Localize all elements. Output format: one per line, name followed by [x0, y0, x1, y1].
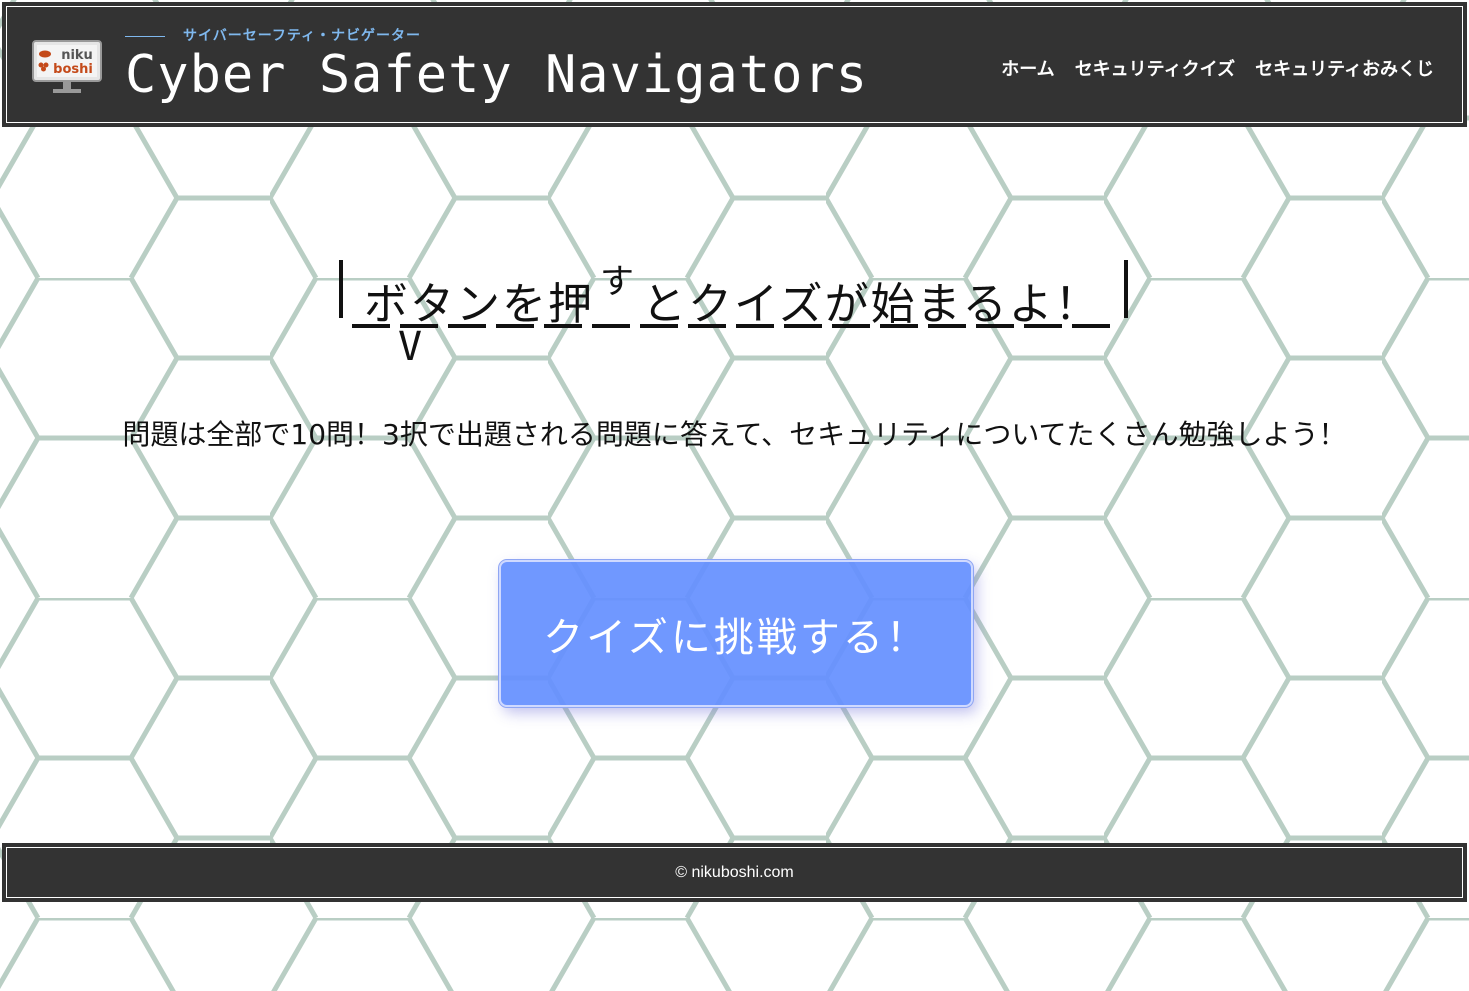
bubble-left-bar	[339, 260, 343, 318]
start-quiz-button[interactable]: クイズに挑戦する！	[498, 559, 974, 708]
bubble-text: ボタンを押すとクイズが始まるよ！	[364, 262, 1101, 332]
bubble-text-post: とクイズが始まるよ！	[642, 279, 1101, 330]
nav-security-omikuji-link[interactable]: セキュリティおみくじ	[1255, 55, 1434, 81]
bubble-text-sup: す	[600, 262, 636, 302]
subtitle-text: サイバーセーフティ・ナビゲーター	[183, 28, 422, 44]
page: niku boshi サイバーセーフティ・ナビゲーター Cyber Safety…	[0, 0, 1469, 991]
site-subtitle: サイバーセーフティ・ナビゲーター	[125, 25, 421, 45]
nav-security-quiz-link[interactable]: セキュリティクイズ	[1075, 55, 1235, 81]
bubble-dashed-line	[352, 324, 1112, 328]
bubble-text-pre: ボタンを押	[364, 279, 594, 330]
svg-text:boshi: boshi	[53, 62, 93, 77]
site-title[interactable]: Cyber Safety Navigators	[125, 49, 868, 101]
copyright-text: © nikuboshi.com	[675, 863, 794, 881]
bubble-right-bar	[1124, 260, 1128, 318]
speech-bubble: ボタンを押すとクイズが始まるよ！ V	[336, 258, 1136, 378]
bubble-tail: V	[398, 324, 423, 370]
nav-home-link[interactable]: ホーム	[1001, 55, 1054, 81]
main-content: ボタンを押すとクイズが始まるよ！ V 問題は全部で10問！3択で出題される問題に…	[0, 128, 1469, 840]
site-footer: © nikuboshi.com	[3, 844, 1466, 901]
quiz-description: 問題は全部で10問！3択で出題される問題に答えて、セキュリティについてたくさん勉…	[122, 418, 1347, 451]
main-nav: ホーム セキュリティクイズ セキュリティおみくじ	[1001, 55, 1434, 81]
svg-text:niku: niku	[61, 48, 93, 63]
subtitle-rule	[125, 35, 165, 37]
site-header: niku boshi サイバーセーフティ・ナビゲーター Cyber Safety…	[3, 3, 1466, 126]
nikuboshi-logo[interactable]: niku boshi	[31, 39, 103, 99]
